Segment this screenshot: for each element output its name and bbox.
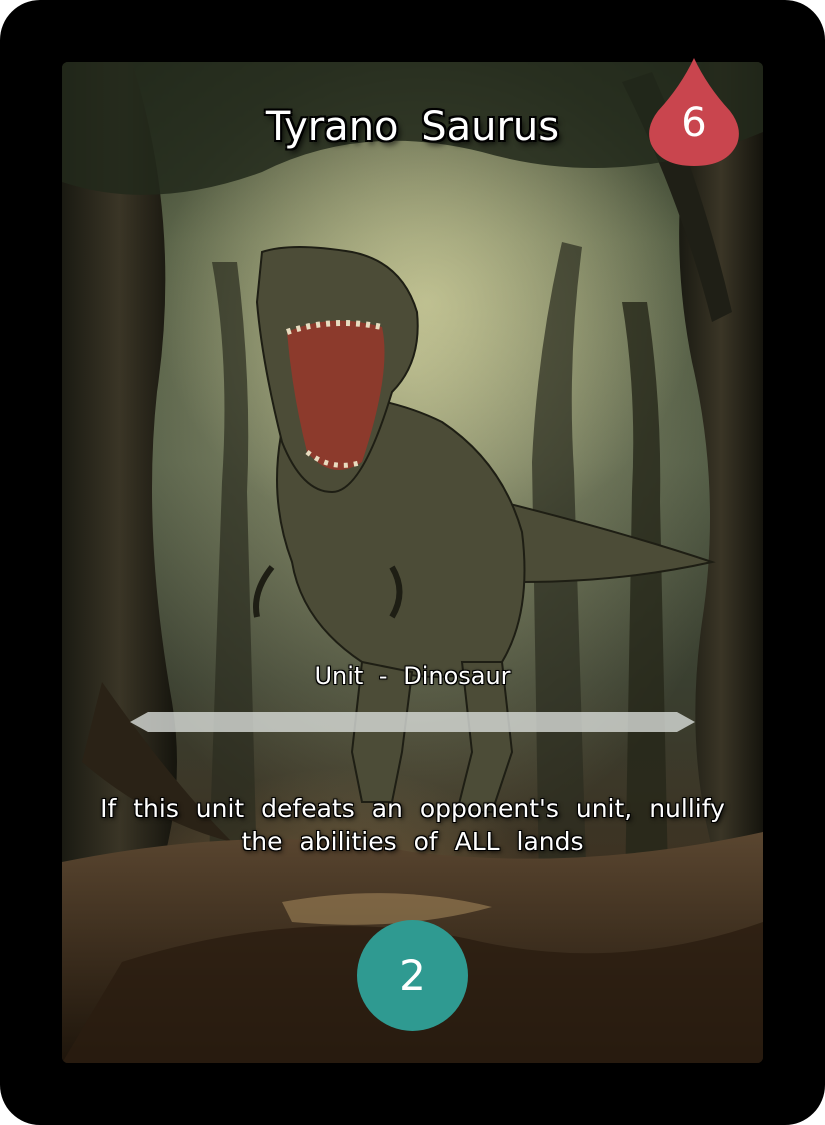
card-artwork	[62, 62, 763, 1063]
card-ability-text: If this unit defeats an opponent's unit,…	[100, 794, 725, 856]
text-divider	[130, 712, 695, 732]
cost-value: 6	[681, 100, 707, 146]
game-card[interactable]: Tyrano Saurus 6 Unit - Dinosaur If this …	[0, 0, 825, 1125]
card-type-line: Unit - Dinosaur	[314, 662, 511, 690]
power-badge: 2	[357, 920, 468, 1031]
